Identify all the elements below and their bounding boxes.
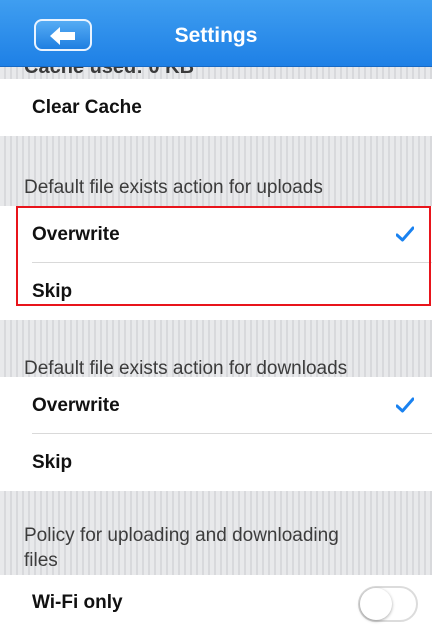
checkmark-icon [396, 226, 414, 242]
clear-cache-label: Clear Cache [32, 97, 142, 118]
cache-used-text: Cache used: 0 KB [24, 66, 195, 78]
downloads-skip-label: Skip [32, 452, 73, 473]
downloads-skip-row[interactable]: Skip [0, 434, 432, 491]
uploads-overwrite-label: Overwrite [32, 224, 120, 245]
uploads-skip-row[interactable]: Skip [0, 263, 432, 320]
cache-used-header: Cache used: 0 KB [0, 66, 432, 79]
clear-cache-row[interactable]: Clear Cache [0, 79, 432, 136]
checkmark-icon [396, 397, 414, 413]
wifi-only-toggle[interactable] [358, 586, 418, 622]
settings-list[interactable]: Cache used: 0 KB Clear Cache Default fil… [0, 66, 432, 626]
uploads-header-text: Default file exists action for uploads [24, 177, 323, 198]
downloads-overwrite-row[interactable]: Overwrite [0, 377, 432, 434]
page-title: Settings [174, 24, 258, 47]
downloads-overwrite-label: Overwrite [32, 395, 120, 416]
uploads-section-header: Default file exists action for uploads [0, 136, 432, 206]
policy-section-header: Policy for uploading and downloading fil… [0, 491, 432, 573]
wifi-only-row: Wi-Fi only [0, 575, 432, 626]
nav-bar: Settings [0, 0, 432, 66]
policy-header-line1: Policy for uploading and downloading [24, 525, 339, 546]
toggle-knob [360, 588, 392, 620]
wifi-only-label: Wi-Fi only [32, 592, 123, 613]
policy-header-line2: files [24, 550, 58, 571]
uploads-overwrite-row[interactable]: Overwrite [0, 206, 432, 263]
uploads-skip-label: Skip [32, 281, 73, 302]
